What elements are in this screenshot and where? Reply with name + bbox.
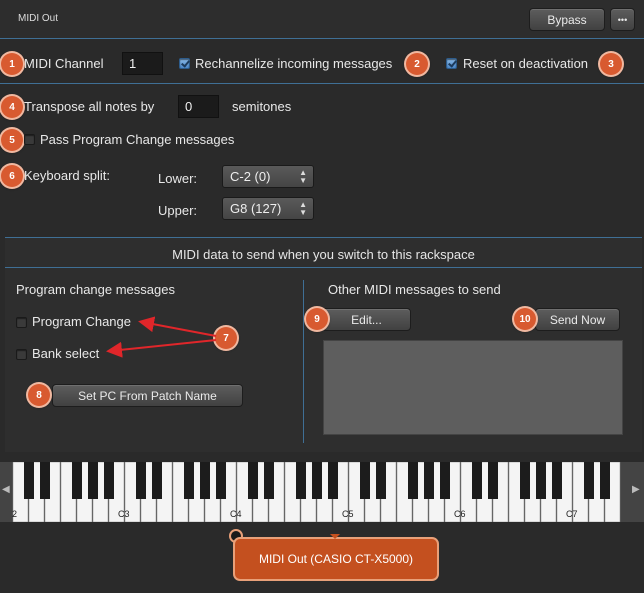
octave-label: C4 bbox=[230, 509, 242, 519]
black-key[interactable] bbox=[312, 462, 322, 499]
more-options-button[interactable]: ••• bbox=[610, 8, 635, 31]
scroll-right-arrow-icon[interactable]: ▶ bbox=[632, 484, 640, 495]
black-key[interactable] bbox=[152, 462, 162, 499]
stepper-icon: ▲ ▼ bbox=[299, 168, 307, 185]
rechannelize-label: Rechannelize incoming messages bbox=[195, 56, 393, 71]
keyboard[interactable]: ◀ ▶ 2 C3 C4 C5 C6 C7 bbox=[0, 461, 644, 523]
keyboard-keys[interactable] bbox=[0, 461, 644, 523]
reset-deactivation-label: Reset on deactivation bbox=[463, 56, 589, 71]
black-key[interactable] bbox=[584, 462, 594, 499]
program-change-checkbox[interactable] bbox=[16, 317, 27, 328]
octave-label: 2 bbox=[12, 509, 18, 519]
scroll-left-arrow-icon[interactable]: ◀ bbox=[2, 484, 10, 495]
black-key[interactable] bbox=[520, 462, 530, 499]
octave-label: C3 bbox=[118, 509, 130, 519]
bank-select-checkbox[interactable] bbox=[16, 349, 27, 360]
panel-column-divider bbox=[303, 280, 304, 443]
black-key[interactable] bbox=[488, 462, 498, 499]
panel-title: MIDI data to send when you switch to thi… bbox=[172, 247, 475, 262]
set-pc-from-patch-name-button[interactable]: Set PC From Patch Name bbox=[52, 384, 243, 407]
black-key[interactable] bbox=[184, 462, 194, 499]
black-key[interactable] bbox=[360, 462, 370, 499]
separator bbox=[0, 38, 644, 39]
black-key[interactable] bbox=[408, 462, 418, 499]
badge-9: 9 bbox=[306, 308, 328, 330]
semitones-label: semitones bbox=[232, 99, 292, 114]
stepper-icon: ▲ ▼ bbox=[299, 200, 307, 217]
panel-divider bbox=[5, 267, 642, 268]
black-key[interactable] bbox=[24, 462, 34, 499]
lower-split-select[interactable]: C-2 (0) ▲ ▼ bbox=[222, 165, 314, 188]
output-port-icon bbox=[330, 534, 340, 539]
plugin-title: MIDI Out bbox=[18, 13, 59, 24]
rackspace-panel: MIDI data to send when you switch to thi… bbox=[5, 237, 642, 452]
midi-messages-box[interactable] bbox=[323, 340, 623, 435]
midi-out-device-button[interactable]: MIDI Out (CASIO CT-X5000) bbox=[233, 537, 439, 581]
pass-program-change-checkbox[interactable] bbox=[24, 134, 35, 145]
pass-program-change-label: Pass Program Change messages bbox=[40, 132, 235, 147]
badge-6: 6 bbox=[1, 165, 23, 187]
upper-split-value: G8 (127) bbox=[230, 201, 282, 216]
transpose-label: Transpose all notes by bbox=[24, 99, 155, 114]
black-key[interactable] bbox=[440, 462, 450, 499]
bank-select-label: Bank select bbox=[32, 346, 100, 361]
black-key[interactable] bbox=[328, 462, 338, 499]
black-key[interactable] bbox=[216, 462, 226, 499]
badge-3: 3 bbox=[600, 53, 622, 75]
keyboard-split-label: Keyboard split: bbox=[24, 168, 110, 183]
badge-4: 4 bbox=[1, 96, 23, 118]
reset-deactivation-checkbox[interactable] bbox=[446, 58, 457, 69]
octave-label: C6 bbox=[454, 509, 466, 519]
lower-split-value: C-2 (0) bbox=[230, 169, 271, 184]
badge-5: 5 bbox=[1, 129, 23, 151]
rechannelize-checkbox[interactable] bbox=[179, 58, 190, 69]
bypass-button[interactable]: Bypass bbox=[529, 8, 605, 31]
separator bbox=[0, 83, 644, 84]
badge-1: 1 bbox=[1, 53, 23, 75]
badge-2: 2 bbox=[406, 53, 428, 75]
black-key[interactable] bbox=[40, 462, 50, 499]
other-messages-heading: Other MIDI messages to send bbox=[328, 282, 501, 297]
transpose-input[interactable] bbox=[178, 95, 219, 118]
edit-button[interactable]: Edit... bbox=[322, 308, 411, 331]
black-key[interactable] bbox=[552, 462, 562, 499]
upper-label: Upper: bbox=[158, 203, 198, 218]
black-key[interactable] bbox=[376, 462, 386, 499]
octave-label: C7 bbox=[566, 509, 578, 519]
black-key[interactable] bbox=[200, 462, 210, 499]
black-key[interactable] bbox=[88, 462, 98, 499]
black-key[interactable] bbox=[264, 462, 274, 499]
midi-channel-label: MIDI Channel bbox=[24, 56, 104, 71]
badge-8: 8 bbox=[28, 384, 50, 406]
badge-10: 10 bbox=[514, 308, 536, 330]
program-change-heading: Program change messages bbox=[16, 282, 175, 297]
midi-channel-input[interactable] bbox=[122, 52, 163, 75]
black-key[interactable] bbox=[296, 462, 306, 499]
program-change-label: Program Change bbox=[32, 314, 131, 329]
black-key[interactable] bbox=[72, 462, 82, 499]
black-key[interactable] bbox=[600, 462, 610, 499]
black-key[interactable] bbox=[104, 462, 114, 499]
octave-label: C5 bbox=[342, 509, 354, 519]
black-key[interactable] bbox=[424, 462, 434, 499]
send-now-button[interactable]: Send Now bbox=[535, 308, 620, 331]
black-key[interactable] bbox=[536, 462, 546, 499]
black-key[interactable] bbox=[248, 462, 258, 499]
lower-label: Lower: bbox=[158, 171, 198, 186]
black-key[interactable] bbox=[136, 462, 146, 499]
upper-split-select[interactable]: G8 (127) ▲ ▼ bbox=[222, 197, 314, 220]
badge-7: 7 bbox=[215, 327, 237, 349]
black-key[interactable] bbox=[472, 462, 482, 499]
